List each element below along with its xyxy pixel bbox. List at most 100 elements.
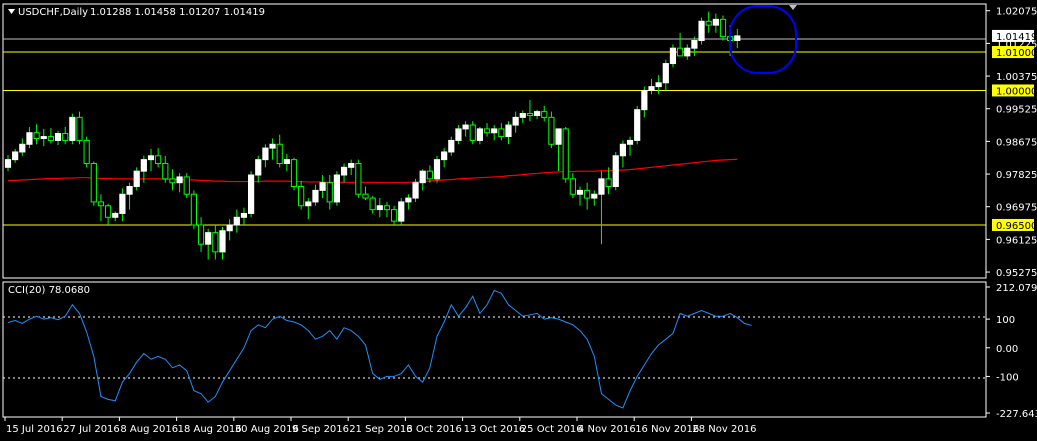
candle-bull bbox=[691, 40, 698, 49]
candle-bear bbox=[584, 189, 591, 199]
candle-bear bbox=[90, 162, 97, 203]
candle-bull bbox=[684, 47, 691, 57]
candle-bear bbox=[190, 193, 198, 226]
candle-bear bbox=[369, 197, 376, 211]
candle-bull bbox=[576, 189, 584, 195]
price-panel-frame bbox=[2, 3, 987, 279]
candle-bull bbox=[240, 212, 248, 218]
candle-bull bbox=[655, 82, 662, 88]
price-tick-label: 0.99525 bbox=[996, 105, 1037, 116]
candle-bear bbox=[105, 205, 112, 218]
candle-bear bbox=[569, 178, 576, 195]
ohlc-text: 1.01288 1.01458 1.01207 1.01419 bbox=[90, 7, 265, 18]
candle-bull bbox=[126, 186, 133, 195]
candle-bull bbox=[262, 147, 269, 161]
candle-bear bbox=[97, 201, 105, 207]
candle-bull bbox=[219, 230, 226, 253]
candle-bear bbox=[719, 18, 727, 38]
candle-bear bbox=[76, 116, 83, 141]
candle-bull bbox=[698, 20, 705, 42]
candle-bear bbox=[605, 178, 612, 188]
candle-bull bbox=[226, 224, 233, 232]
time-tick-label: 28 Nov 2016 bbox=[692, 424, 756, 435]
time-tick-label: 13 Oct 2016 bbox=[464, 424, 526, 435]
candle-bear bbox=[355, 162, 362, 195]
candle-bull bbox=[455, 128, 462, 141]
symbol-title: USDCHF,Daily bbox=[18, 7, 88, 18]
candle-bull bbox=[140, 159, 147, 172]
candle-bull bbox=[233, 216, 240, 226]
candle-bear bbox=[562, 128, 569, 180]
candle-bull bbox=[712, 18, 719, 26]
candle-bear bbox=[498, 128, 505, 138]
time-tick-label: 25 Oct 2016 bbox=[521, 424, 583, 435]
time-tick-label: 18 Aug 2016 bbox=[178, 424, 242, 435]
candle-bull bbox=[534, 111, 541, 116]
candle-bull bbox=[398, 201, 405, 222]
candle-bull bbox=[133, 170, 140, 188]
candle-bull bbox=[54, 133, 62, 141]
candle-bull bbox=[491, 128, 498, 134]
candle-bull bbox=[598, 178, 605, 195]
candle-bull bbox=[433, 159, 441, 180]
candle-bull bbox=[305, 201, 312, 207]
candle-bull bbox=[519, 113, 526, 118]
candle-bull bbox=[648, 86, 655, 91]
candle-bull bbox=[19, 143, 26, 153]
price-tick-label: 0.98675 bbox=[996, 137, 1037, 148]
candle-bull bbox=[476, 128, 483, 141]
candle-bear bbox=[47, 136, 54, 141]
candle-bull bbox=[333, 174, 340, 203]
candle-bull bbox=[112, 212, 119, 218]
candle-bull bbox=[612, 155, 619, 188]
candle-bear bbox=[541, 111, 548, 118]
candle-bear bbox=[169, 178, 176, 184]
candle-bull bbox=[26, 132, 33, 145]
candle-bear bbox=[483, 128, 491, 134]
candle-bull bbox=[176, 176, 183, 184]
shift-marker-icon[interactable] bbox=[789, 5, 797, 10]
candle-bear bbox=[426, 170, 433, 180]
candle-bull bbox=[283, 159, 290, 164]
cci-tick-label: 0.00 bbox=[996, 344, 1018, 355]
price-tick-label: 1.00375 bbox=[996, 72, 1037, 83]
candle-bear bbox=[212, 232, 219, 253]
level-label: 0.96500 bbox=[996, 221, 1037, 232]
candle-bear bbox=[155, 155, 162, 164]
candle-bear bbox=[298, 186, 305, 207]
candle-bull bbox=[555, 128, 562, 145]
candle-bull bbox=[634, 109, 641, 141]
candle-bull bbox=[669, 47, 677, 65]
candle-bull bbox=[462, 124, 469, 130]
price-tick-label: 0.96125 bbox=[996, 235, 1037, 246]
candle-bear bbox=[83, 139, 90, 164]
cci-title: CCI(20) 78.0680 bbox=[8, 285, 90, 296]
candle-bear bbox=[33, 132, 40, 140]
candle-bull bbox=[412, 182, 419, 199]
candle-bear bbox=[290, 159, 298, 188]
dropdown-icon[interactable] bbox=[8, 9, 15, 14]
time-tick-label: 8 Aug 2016 bbox=[120, 424, 178, 435]
price-tick-label: 0.95275 bbox=[996, 268, 1037, 279]
candle-bear bbox=[391, 209, 398, 222]
time-tick-label: 9 Sep 2016 bbox=[292, 424, 349, 435]
candle-bear bbox=[183, 176, 190, 195]
time-tick-label: 30 Aug 2016 bbox=[235, 424, 299, 435]
candle-bull bbox=[626, 139, 634, 145]
level-label: 1.00000 bbox=[996, 86, 1037, 97]
candle-bull bbox=[641, 89, 648, 111]
candle-bear bbox=[362, 193, 369, 199]
price-axis: 1.020751.014191.012251.010001.003751.000… bbox=[986, 7, 1037, 279]
candle-bull bbox=[40, 136, 47, 140]
candle-bull bbox=[734, 35, 741, 42]
chart-canvas[interactable]: USDCHF,Daily 1.01288 1.01458 1.01207 1.0… bbox=[0, 0, 1037, 441]
candle-bear bbox=[677, 47, 684, 57]
time-tick-label: 4 Nov 2016 bbox=[578, 424, 636, 435]
candle-bull bbox=[248, 174, 255, 214]
candle-bull bbox=[662, 63, 669, 84]
candle-bear bbox=[162, 162, 169, 180]
candle-bull bbox=[4, 159, 12, 168]
time-tick-label: 3 Oct 2016 bbox=[406, 424, 461, 435]
candle-bull bbox=[448, 139, 455, 153]
candle-bull bbox=[312, 189, 319, 203]
